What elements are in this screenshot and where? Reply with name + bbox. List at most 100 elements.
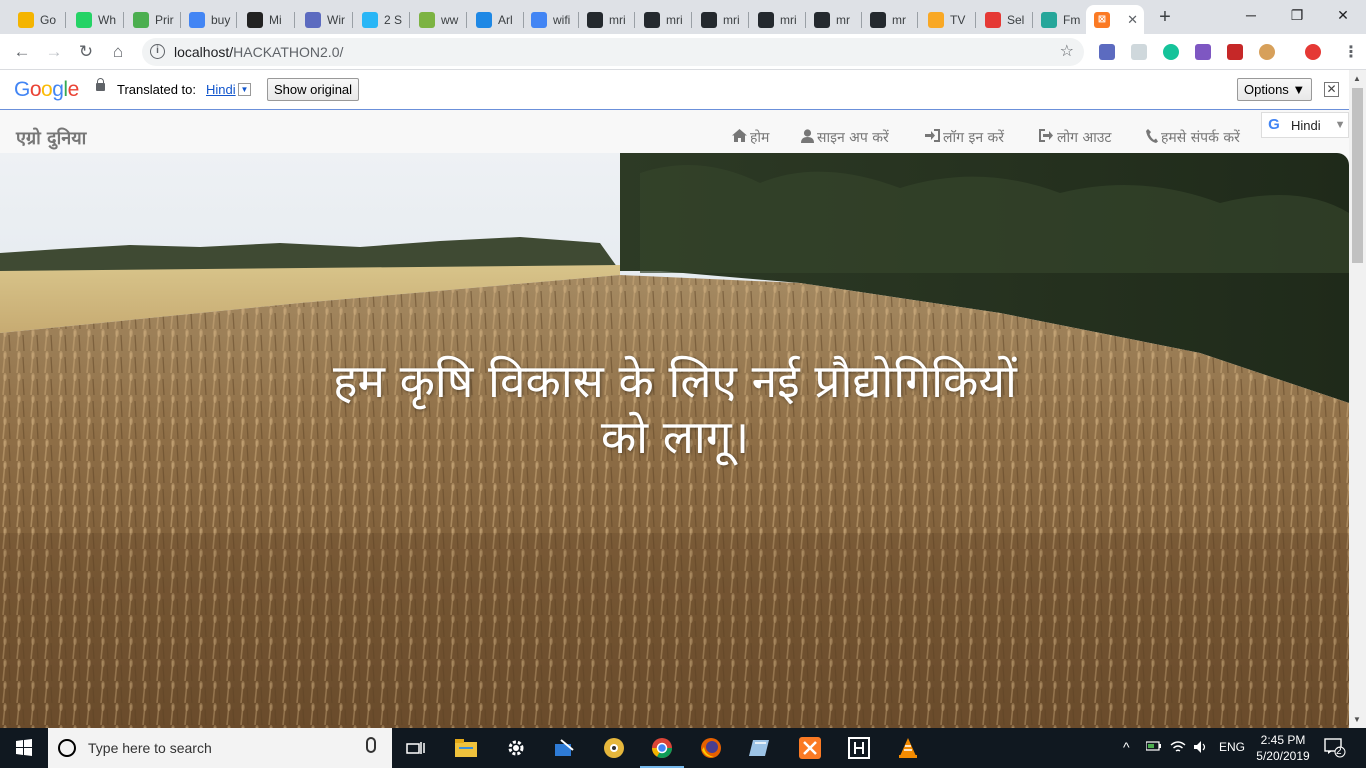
- tab-separator: [409, 12, 410, 28]
- browser-tab[interactable]: Go: [10, 5, 66, 34]
- firefox-icon[interactable]: [697, 734, 725, 762]
- tab-label: Prir: [155, 12, 174, 27]
- browser-tab[interactable]: Wir: [297, 5, 353, 34]
- nav-signup[interactable]: साइन अप करें: [801, 128, 889, 147]
- browser-tab[interactable]: buy: [181, 5, 237, 34]
- close-window-button[interactable]: ✕: [1320, 0, 1366, 30]
- translate-language-link[interactable]: Hindi: [206, 82, 236, 97]
- maximize-button[interactable]: ❐: [1274, 0, 1320, 30]
- tab-separator: [691, 12, 692, 28]
- language-indicator[interactable]: ENG: [1219, 740, 1245, 754]
- browser-tab[interactable]: mri: [693, 5, 749, 34]
- nav-contact[interactable]: हमसे संपर्क करें: [1146, 128, 1240, 147]
- browser-tab[interactable]: TV: [920, 5, 976, 34]
- snip-tool-icon[interactable]: [550, 734, 578, 762]
- browser-tab[interactable]: Sel: [977, 5, 1033, 34]
- google-translate-widget[interactable]: G Hindi ▼: [1261, 112, 1349, 138]
- url-text[interactable]: localhost/HACKATHON2.0/: [174, 44, 343, 60]
- pdf-icon[interactable]: [1227, 44, 1243, 60]
- browser-tab[interactable]: Prir: [125, 5, 181, 34]
- browser-tab[interactable]: mri: [636, 5, 692, 34]
- nav-home[interactable]: होम: [732, 128, 769, 147]
- show-original-button[interactable]: Show original: [267, 78, 360, 101]
- tab-separator: [123, 12, 124, 28]
- browser-tab[interactable]: mri: [750, 5, 806, 34]
- browser-tab[interactable]: mr: [806, 5, 862, 34]
- scroll-down-arrow-icon[interactable]: ▼: [1353, 715, 1361, 724]
- show-hidden-icons-icon[interactable]: ^: [1123, 739, 1130, 755]
- chrome-icon[interactable]: [640, 734, 684, 768]
- tab-active[interactable]: ⊠ ✕: [1086, 5, 1144, 34]
- action-center-icon[interactable]: 2: [1324, 736, 1346, 761]
- reload-button[interactable]: ↻: [74, 40, 98, 64]
- settings-gear-icon[interactable]: [502, 734, 530, 762]
- github-icon: [644, 11, 660, 28]
- scroll-thumb[interactable]: [1352, 88, 1363, 263]
- microphone-icon[interactable]: [366, 737, 376, 753]
- home-button[interactable]: ⌂: [106, 40, 130, 64]
- cookie-icon[interactable]: [1259, 44, 1275, 60]
- xampp-icon: ⊠: [1094, 11, 1110, 28]
- system-clock[interactable]: 2:45 PM 5/20/2019: [1255, 732, 1311, 764]
- browser-tab[interactable]: mri: [579, 5, 635, 34]
- google-g-icon: G: [1268, 116, 1280, 133]
- tab-label: mr: [836, 12, 850, 27]
- bulb-icon: [18, 11, 34, 28]
- options-button[interactable]: Options ▼: [1237, 78, 1313, 101]
- volume-icon[interactable]: [1193, 740, 1209, 757]
- battery-icon[interactable]: [1145, 740, 1162, 755]
- file-explorer-icon[interactable]: [452, 734, 480, 762]
- tv-icon: [928, 11, 944, 28]
- start-button[interactable]: [0, 728, 48, 768]
- notes-app-icon[interactable]: [746, 734, 774, 762]
- profile-icon[interactable]: [1305, 44, 1321, 60]
- bookmark-star-icon[interactable]: ☆: [1060, 41, 1074, 61]
- forward-button[interactable]: →: [42, 40, 66, 64]
- nav-login[interactable]: लॉग इन करें: [925, 128, 1004, 147]
- play-icon: [1041, 11, 1057, 28]
- browser-tab[interactable]: 2 S: [354, 5, 410, 34]
- new-tab-button[interactable]: +: [1151, 5, 1179, 29]
- close-tab-icon[interactable]: ✕: [1127, 12, 1138, 28]
- wifi-icon[interactable]: [1170, 740, 1186, 757]
- browser-tab[interactable]: mr: [862, 5, 918, 34]
- scrollbar[interactable]: ▲ ▼: [1349, 70, 1366, 728]
- browser-tab[interactable]: Mi: [239, 5, 295, 34]
- task-view-icon[interactable]: [402, 734, 430, 762]
- whatsapp-icon: [76, 11, 92, 28]
- close-translate-bar-button[interactable]: ✕: [1324, 82, 1339, 97]
- tab-separator: [294, 12, 295, 28]
- info-icon[interactable]: i: [150, 44, 165, 59]
- nav-logout[interactable]: लोग आउट: [1039, 128, 1112, 147]
- media-player-icon[interactable]: [600, 734, 628, 762]
- minimize-button[interactable]: ─: [1228, 0, 1274, 30]
- tab-label: ww: [441, 12, 459, 27]
- scroll-up-arrow-icon[interactable]: ▲: [1353, 74, 1361, 83]
- tab-separator: [748, 12, 749, 28]
- browser-tab[interactable]: Fm: [1033, 5, 1089, 34]
- vlc-icon[interactable]: [894, 734, 922, 762]
- address-bar[interactable]: i localhost/HACKATHON2.0/ ☆: [142, 38, 1084, 66]
- phone-icon: [1146, 128, 1158, 147]
- tab-label: buy: [211, 12, 231, 27]
- grammarly-icon[interactable]: [1163, 44, 1179, 60]
- xampp-icon[interactable]: [796, 734, 824, 762]
- browser-tab[interactable]: Arl: [468, 5, 524, 34]
- extension-icon[interactable]: [1099, 44, 1115, 60]
- menu-icon[interactable]: ⋮: [1343, 42, 1359, 62]
- taskbar-search[interactable]: Type here to search: [48, 728, 392, 768]
- back-button[interactable]: ←: [10, 40, 34, 64]
- extension-icon[interactable]: [1195, 44, 1211, 60]
- browser-tab[interactable]: ww: [411, 5, 467, 34]
- browser-tab[interactable]: wifi: [523, 5, 579, 34]
- copy-extension-icon[interactable]: [1131, 44, 1147, 60]
- google-icon: [189, 11, 205, 28]
- dropdown-arrow-icon[interactable]: ▼: [238, 83, 251, 96]
- tab-label: wifi: [553, 12, 571, 27]
- tab-separator: [975, 12, 976, 28]
- github-icon: [587, 11, 603, 28]
- browser-tab[interactable]: Wh: [68, 5, 124, 34]
- dev-tool-icon[interactable]: [845, 734, 873, 762]
- site-brand[interactable]: एग्रो दुनिया: [16, 126, 86, 150]
- tab-label: Wh: [98, 12, 116, 27]
